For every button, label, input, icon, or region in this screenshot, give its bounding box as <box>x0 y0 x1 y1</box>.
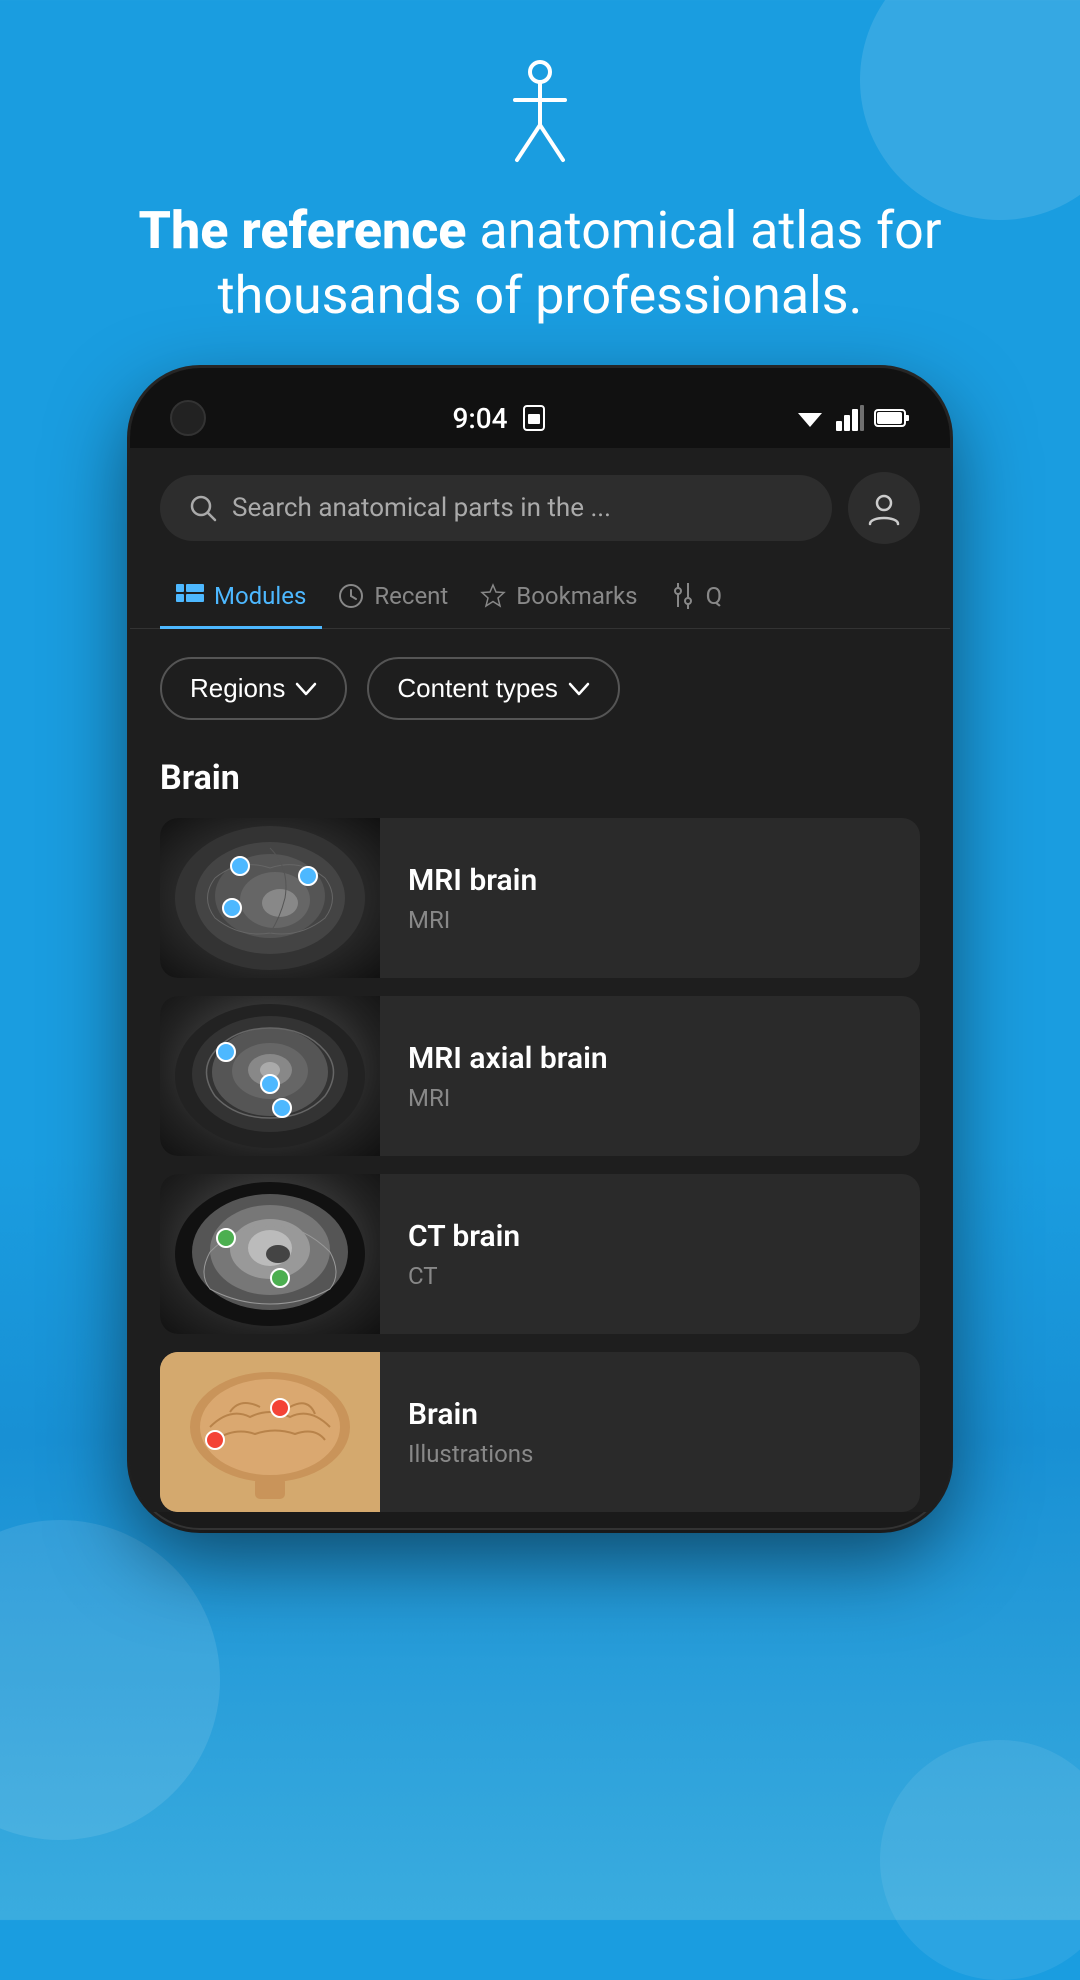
brain-illustration-title: Brain <box>408 1397 533 1432</box>
user-profile-button[interactable] <box>848 472 920 544</box>
list-item-mri-axial-brain[interactable]: MRI axial brain MRI <box>160 996 920 1156</box>
tab-filter-label: Q <box>706 582 723 610</box>
brain-illustration-image <box>160 1352 380 1512</box>
tab-bookmarks[interactable]: Bookmarks <box>464 564 653 629</box>
content-types-filter-button[interactable]: Content types <box>367 657 619 720</box>
filter-icon <box>670 583 696 609</box>
tab-modules[interactable]: Modules <box>160 564 322 629</box>
human-body-icon <box>495 60 585 170</box>
mri-brain-sagittal-svg <box>160 818 380 978</box>
status-icons <box>794 405 910 431</box>
tab-bookmarks-label: Bookmarks <box>516 582 637 610</box>
phone-mockup: 9:04 <box>0 368 1080 1530</box>
search-icon <box>188 493 218 523</box>
clock-icon <box>338 583 364 609</box>
content-types-dropdown-icon <box>568 682 590 696</box>
search-placeholder: Search anatomical parts in the ... <box>232 493 611 523</box>
mri-brain-subtitle: MRI <box>408 906 537 934</box>
mri-brain-axial-svg <box>160 996 380 1156</box>
modules-icon <box>176 584 204 608</box>
user-icon <box>866 490 902 526</box>
tab-modules-label: Modules <box>214 582 306 610</box>
mri-brain-title: MRI brain <box>408 863 537 898</box>
sim-icon <box>520 404 548 432</box>
ct-brain-image <box>160 1174 380 1334</box>
status-time: 9:04 <box>452 402 547 435</box>
search-area: Search anatomical parts in the ... <box>130 448 950 564</box>
wifi-icon <box>794 405 826 431</box>
ct-brain-title: CT brain <box>408 1219 520 1254</box>
mri-axial-brain-subtitle: MRI <box>408 1084 608 1112</box>
section-brain-title: Brain <box>160 748 920 798</box>
phone-frame: 9:04 <box>130 368 950 1530</box>
bg-decoration-circle-bottom-right <box>880 1740 1080 1980</box>
mri-axial-brain-image <box>160 996 380 1156</box>
tab-recent[interactable]: Recent <box>322 564 464 629</box>
phone-screen: Search anatomical parts in the ... <box>130 448 950 1512</box>
content-types-filter-label: Content types <box>397 673 557 704</box>
status-bar: 9:04 <box>130 368 950 448</box>
brain-illustration-subtitle: Illustrations <box>408 1440 533 1468</box>
mri-axial-brain-info: MRI axial brain MRI <box>380 1041 636 1112</box>
list-item-brain-illustration[interactable]: Brain Illustrations <box>160 1352 920 1512</box>
signal-icon <box>836 405 864 431</box>
search-bar[interactable]: Search anatomical parts in the ... <box>160 475 832 541</box>
regions-filter-label: Regions <box>190 673 285 704</box>
content-list: Brain <box>130 748 950 1512</box>
tab-filter[interactable]: Q <box>654 564 739 629</box>
hero-title: The reference anatomical atlas for thous… <box>0 198 1080 328</box>
hero-title-strong: The reference <box>139 200 467 261</box>
time-display: 9:04 <box>452 402 507 435</box>
star-icon <box>480 583 506 609</box>
brain-illustration-info: Brain Illustrations <box>380 1397 561 1468</box>
battery-icon <box>874 408 910 428</box>
brain-illustration-svg <box>160 1352 380 1512</box>
mri-axial-brain-title: MRI axial brain <box>408 1041 608 1076</box>
ct-brain-svg <box>160 1174 380 1334</box>
hero-section: The reference anatomical atlas for thous… <box>0 0 1080 368</box>
filter-area: Regions Content types <box>130 629 950 748</box>
regions-filter-button[interactable]: Regions <box>160 657 347 720</box>
list-item-mri-brain[interactable]: MRI brain MRI <box>160 818 920 978</box>
regions-dropdown-icon <box>295 682 317 696</box>
mri-brain-image <box>160 818 380 978</box>
nav-tabs: Modules Recent Bookmarks <box>130 564 950 629</box>
list-item-ct-brain[interactable]: CT brain CT <box>160 1174 920 1334</box>
mri-brain-info: MRI brain MRI <box>380 863 565 934</box>
ct-brain-info: CT brain CT <box>380 1219 548 1290</box>
camera-dot <box>170 400 206 436</box>
tab-recent-label: Recent <box>374 582 448 610</box>
ct-brain-subtitle: CT <box>408 1262 520 1290</box>
bg-decoration-circle-bottom-left <box>0 1520 220 1840</box>
